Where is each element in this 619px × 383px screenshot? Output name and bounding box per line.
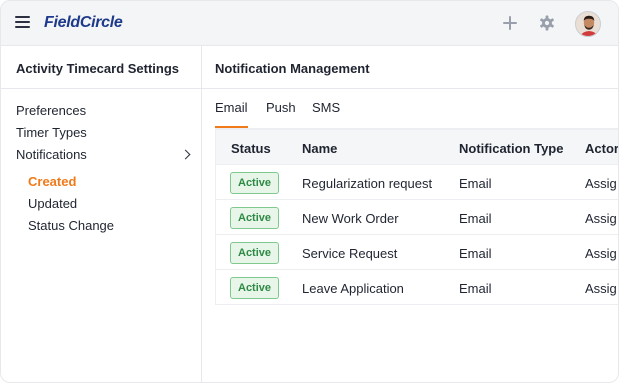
column-header-name[interactable]: Name bbox=[302, 141, 337, 156]
sidebar-subitem-updated[interactable]: Updated bbox=[28, 196, 77, 211]
column-header-actor[interactable]: Actor bbox=[585, 141, 618, 156]
sidebar-item-preferences[interactable]: Preferences bbox=[16, 103, 86, 118]
notification-actor: Assig bbox=[585, 176, 617, 191]
status-badge: Active bbox=[230, 242, 280, 264]
notification-name[interactable]: New Work Order bbox=[302, 211, 399, 226]
tab-push[interactable]: Push bbox=[266, 100, 296, 115]
plus-icon[interactable] bbox=[500, 13, 520, 33]
notification-actor: Assig bbox=[585, 281, 617, 296]
sidebar-divider bbox=[1, 88, 201, 89]
top-bar: FieldCircle bbox=[1, 1, 618, 46]
sidebar-subitem-status-change[interactable]: Status Change bbox=[28, 218, 114, 233]
column-header-status[interactable]: Status bbox=[231, 141, 271, 156]
table-row[interactable]: Active Leave Application Email Assig bbox=[216, 270, 618, 304]
status-badge: Active bbox=[230, 207, 280, 229]
brand-logo: FieldCircle bbox=[44, 14, 123, 31]
page-title: Notification Management bbox=[215, 61, 370, 76]
sidebar-item-timer-types[interactable]: Timer Types bbox=[16, 125, 87, 140]
notification-name[interactable]: Service Request bbox=[302, 246, 397, 261]
table-row[interactable]: Active Service Request Email Assig bbox=[216, 235, 618, 270]
gear-icon[interactable] bbox=[537, 13, 557, 33]
settings-sidebar: Activity Timecard Settings Preferences T… bbox=[1, 46, 202, 382]
sidebar-item-notifications[interactable]: Notifications bbox=[16, 147, 87, 162]
status-badge: Active bbox=[230, 172, 280, 194]
notification-type: Email bbox=[459, 211, 492, 226]
avatar[interactable] bbox=[575, 11, 601, 37]
table-row[interactable]: Active Regularization request Email Assi… bbox=[216, 165, 618, 200]
notification-name[interactable]: Regularization request bbox=[302, 176, 432, 191]
notification-actor: Assig bbox=[585, 211, 617, 226]
notifications-table: Status Name Notification Type Actor Acti… bbox=[215, 129, 618, 305]
column-header-notification-type[interactable]: Notification Type bbox=[459, 141, 563, 156]
notification-type: Email bbox=[459, 281, 492, 296]
notification-type: Email bbox=[459, 246, 492, 261]
menu-icon[interactable] bbox=[15, 16, 30, 28]
main-panel: Notification Management Email Push SMS S… bbox=[202, 46, 618, 382]
tab-email[interactable]: Email bbox=[215, 100, 248, 115]
chevron-right-icon[interactable] bbox=[180, 149, 191, 160]
notification-type: Email bbox=[459, 176, 492, 191]
notification-actor: Assig bbox=[585, 246, 617, 261]
sidebar-subitem-created[interactable]: Created bbox=[28, 174, 76, 189]
table-row[interactable]: Active New Work Order Email Assig bbox=[216, 200, 618, 235]
app-window: FieldCircle Activity Timecard Settings P… bbox=[0, 0, 619, 383]
main-divider bbox=[202, 88, 618, 89]
notification-name[interactable]: Leave Application bbox=[302, 281, 404, 296]
status-badge: Active bbox=[230, 277, 280, 299]
active-tab-indicator bbox=[215, 126, 248, 128]
table-header: Status Name Notification Type Actor bbox=[216, 130, 618, 165]
sidebar-title: Activity Timecard Settings bbox=[16, 61, 180, 76]
tab-sms[interactable]: SMS bbox=[312, 100, 340, 115]
